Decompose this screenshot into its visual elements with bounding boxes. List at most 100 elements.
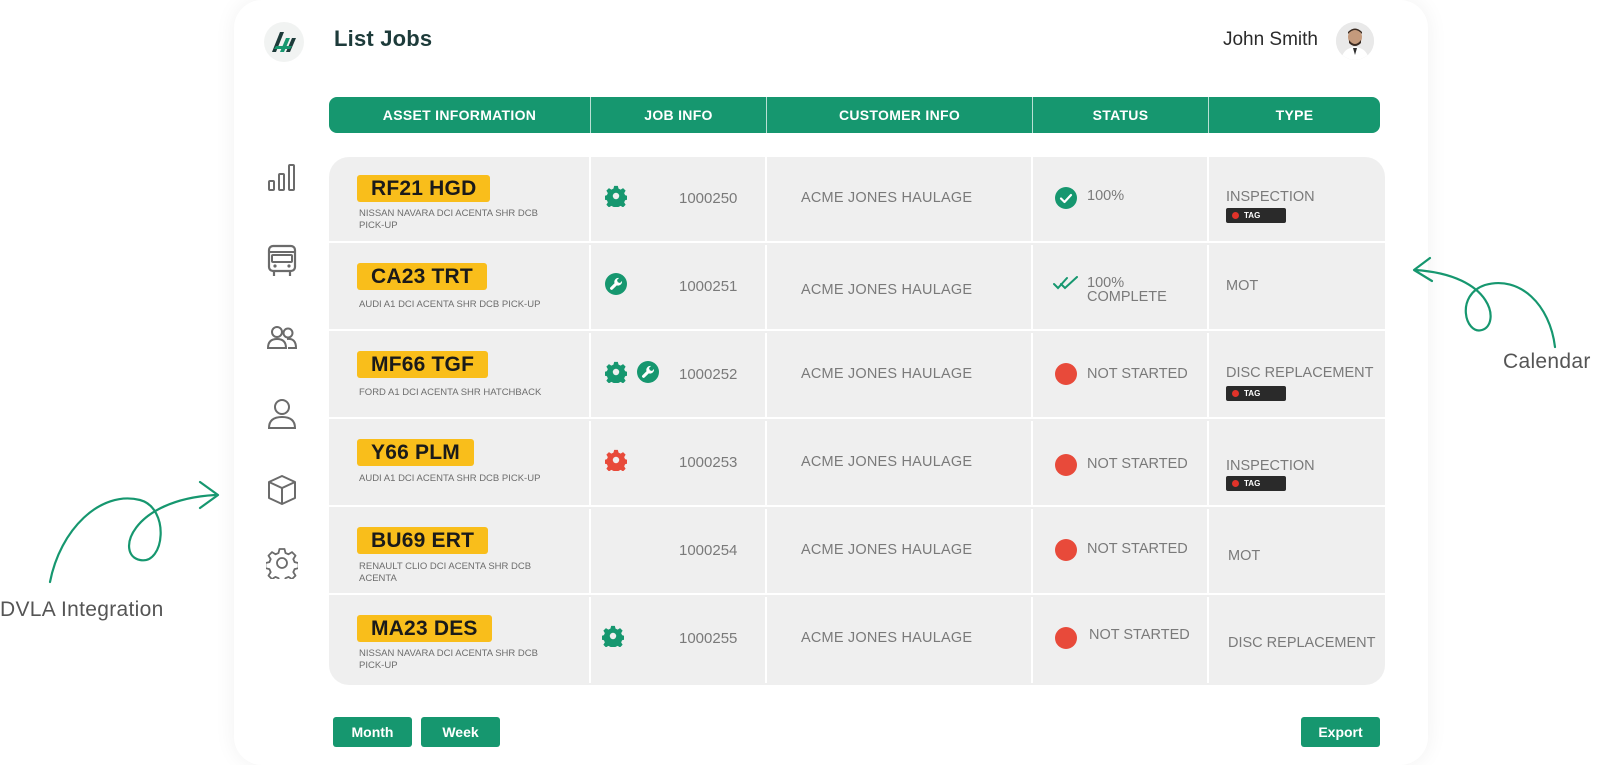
status-cell: NOT STARTED — [1033, 421, 1209, 505]
table-row[interactable]: MF66 TGF FORD A1 DCI ACENTA SHR HATCHBAC… — [329, 333, 1385, 419]
job-type: INSPECTION — [1226, 458, 1315, 474]
status-text: NOT STARTED — [1087, 541, 1188, 557]
customer-cell: ACME JONES HAULAGE — [767, 333, 1033, 417]
tag-badge[interactable]: TAG — [1226, 386, 1286, 401]
status-text: NOT STARTED — [1089, 627, 1190, 643]
wrench-icon[interactable] — [605, 273, 627, 295]
table-row[interactable]: Y66 PLM AUDI A1 DCI ACENTA SHR DCB PICK-… — [329, 421, 1385, 507]
not-started-icon — [1055, 363, 1077, 385]
bar-chart-icon — [268, 164, 295, 191]
app-logo[interactable] — [264, 22, 304, 62]
job-number: 1000250 — [679, 190, 738, 207]
job-type: MOT — [1228, 548, 1261, 564]
column-header-customer[interactable]: CUSTOMER INFO — [767, 97, 1033, 133]
asset-cell: MA23 DES NISSAN NAVARA DCI ACENTA SHR DC… — [329, 597, 591, 683]
column-header-asset[interactable]: ASSET INFORMATION — [329, 97, 591, 133]
job-type: MOT — [1226, 278, 1259, 294]
customer-name: ACME JONES HAULAGE — [801, 630, 973, 646]
month-button[interactable]: Month — [333, 717, 412, 747]
tag-label: TAG — [1244, 479, 1261, 488]
gear-icon[interactable] — [605, 361, 627, 383]
registration-plate[interactable]: MF66 TGF — [357, 351, 489, 378]
not-started-icon — [1055, 539, 1077, 561]
job-type: INSPECTION — [1226, 189, 1315, 205]
registration-plate[interactable]: RF21 HGD — [357, 175, 491, 202]
week-button[interactable]: Week — [421, 717, 500, 747]
job-number: 1000252 — [679, 366, 738, 383]
avatar[interactable] — [1336, 22, 1374, 60]
user-name[interactable]: John Smith — [1223, 29, 1318, 51]
table-row[interactable]: MA23 DES NISSAN NAVARA DCI ACENTA SHR DC… — [329, 597, 1385, 683]
column-header-type[interactable]: TYPE — [1209, 97, 1380, 133]
sidebar-item-vehicles[interactable] — [264, 243, 300, 279]
sidebar-item-reports[interactable] — [264, 160, 300, 196]
gear-alert-icon[interactable] — [605, 449, 627, 471]
type-cell: MOT — [1209, 245, 1385, 329]
customer-cell: ACME JONES HAULAGE — [767, 597, 1033, 683]
status-cell: NOT STARTED — [1033, 333, 1209, 417]
wrench-icon[interactable] — [637, 361, 659, 383]
double-check-icon — [1053, 276, 1078, 290]
status-cell: NOT STARTED — [1033, 509, 1209, 593]
asset-cell: BU69 ERT RENAULT CLIO DCI ACENTA SHR DCB… — [329, 509, 591, 593]
type-cell: DISC REPLACEMENT — [1209, 597, 1385, 683]
asset-cell: CA23 TRT AUDI A1 DCI ACENTA SHR DCB PICK… — [329, 245, 591, 329]
asset-description: RENAULT CLIO DCI ACENTA SHR DCB ACENTA — [359, 561, 532, 584]
gear-icon[interactable] — [602, 625, 624, 647]
table-row[interactable]: CA23 TRT AUDI A1 DCI ACENTA SHR DCB PICK… — [329, 245, 1385, 331]
table-row[interactable]: RF21 HGD NISSAN NAVARA DCI ACENTA SHR DC… — [329, 157, 1385, 243]
table-row[interactable]: BU69 ERT RENAULT CLIO DCI ACENTA SHR DCB… — [329, 509, 1385, 595]
page-title: List Jobs — [334, 26, 433, 51]
check-circle-icon — [1055, 187, 1077, 209]
status-cell: 100% COMPLETE — [1033, 245, 1209, 329]
tag-dot-icon — [1232, 390, 1239, 397]
job-cell: 1000251 — [591, 245, 767, 329]
registration-plate[interactable]: CA23 TRT — [357, 263, 487, 290]
registration-plate[interactable]: MA23 DES — [357, 615, 492, 642]
gear-icon — [266, 548, 298, 579]
avatar-icon — [1336, 22, 1374, 60]
status-cell: NOT STARTED — [1033, 597, 1209, 683]
tag-badge[interactable]: TAG — [1226, 208, 1286, 223]
sidebar-item-settings[interactable] — [264, 545, 300, 581]
job-number: 1000255 — [679, 630, 738, 647]
users-icon — [266, 326, 298, 349]
type-cell: MOT — [1209, 509, 1385, 593]
asset-description: NISSAN NAVARA DCI ACENTA SHR DCB PICK-UP — [359, 208, 538, 231]
type-cell: INSPECTION TAG — [1209, 157, 1385, 241]
sidebar-item-profile[interactable] — [264, 396, 300, 432]
asset-description: AUDI A1 DCI ACENTA SHR DCB PICK-UP — [359, 299, 541, 310]
tag-badge[interactable]: TAG — [1226, 476, 1286, 491]
job-type: DISC REPLACEMENT — [1228, 635, 1376, 651]
job-cell: 1000250 — [591, 157, 767, 241]
export-button[interactable]: Export — [1301, 717, 1380, 747]
asset-cell: RF21 HGD NISSAN NAVARA DCI ACENTA SHR DC… — [329, 157, 591, 241]
gear-icon[interactable] — [605, 185, 627, 207]
customer-name: ACME JONES HAULAGE — [801, 454, 973, 470]
tag-dot-icon — [1232, 480, 1239, 487]
not-started-icon — [1055, 627, 1077, 649]
status-text: 100% — [1087, 188, 1125, 204]
user-icon — [267, 399, 297, 429]
sidebar-item-customers[interactable] — [264, 320, 300, 356]
calendar-arrow-icon — [1412, 256, 1557, 349]
asset-cell: MF66 TGF FORD A1 DCI ACENTA SHR HATCHBAC… — [329, 333, 591, 417]
job-cell: 1000253 — [591, 421, 767, 505]
box-icon — [268, 475, 296, 505]
dvla-annotation: DVLA Integration — [0, 598, 164, 621]
customer-cell: ACME JONES HAULAGE — [767, 157, 1033, 241]
asset-cell: Y66 PLM AUDI A1 DCI ACENTA SHR DCB PICK-… — [329, 421, 591, 505]
job-cell: 1000255 — [591, 597, 767, 683]
tag-label: TAG — [1244, 211, 1261, 220]
type-cell: DISC REPLACEMENT TAG — [1209, 333, 1385, 417]
registration-plate[interactable]: Y66 PLM — [357, 439, 474, 466]
tag-label: TAG — [1244, 389, 1261, 398]
status-text: 100% COMPLETE — [1087, 275, 1167, 305]
customer-cell: ACME JONES HAULAGE — [767, 421, 1033, 505]
status-text: NOT STARTED — [1087, 366, 1188, 382]
column-header-status[interactable]: STATUS — [1033, 97, 1209, 133]
registration-plate[interactable]: BU69 ERT — [357, 527, 489, 554]
job-cell: 1000252 — [591, 333, 767, 417]
column-header-job[interactable]: JOB INFO — [591, 97, 767, 133]
sidebar-item-inventory[interactable] — [264, 472, 300, 508]
